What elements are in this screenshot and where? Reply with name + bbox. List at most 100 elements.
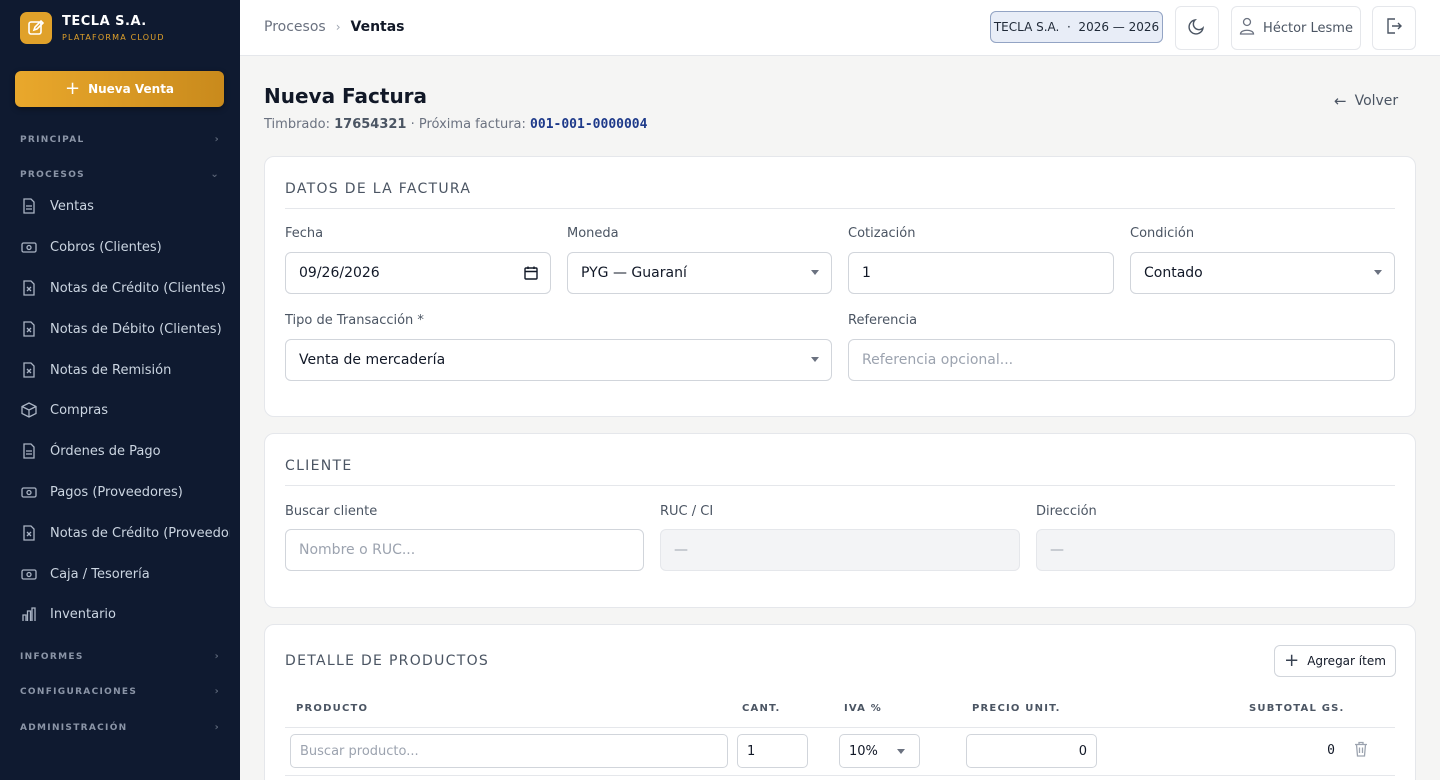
back-button[interactable]: ← Volver [1334, 92, 1398, 110]
timbrado-value: 17654321 [334, 117, 407, 132]
logout-button[interactable] [1372, 6, 1416, 50]
next-invoice-label: · Próxima factura: [410, 117, 526, 132]
sidebar-item-label: Cobros (Clientes) [50, 239, 162, 255]
condicion-select[interactable]: Contado [1130, 252, 1395, 294]
theme-toggle-button[interactable] [1175, 6, 1219, 50]
col-header-subtotal: SUBTOTAL GS. [1249, 703, 1345, 714]
referencia-placeholder: Referencia opcional... [862, 352, 1014, 368]
sidebar-item-inventario[interactable]: Inventario [20, 603, 230, 625]
moneda-select[interactable]: PYG — Guaraní [567, 252, 832, 294]
fecha-label: Fecha [285, 226, 324, 241]
divider [285, 485, 1395, 486]
sidebar-item-ventas[interactable]: Ventas [20, 195, 230, 217]
logout-icon [1385, 17, 1403, 39]
section-label: PROCESOS [20, 169, 85, 180]
sidebar-section-principal[interactable]: PRINCIPAL › [20, 134, 220, 145]
quantity-value: 1 [747, 743, 756, 759]
products-card: DETALLE DE PRODUCTOS + Agregar ítem PROD… [264, 624, 1416, 780]
sidebar-item-label: Caja / Tesorería [50, 566, 150, 582]
tenant-period-label: TECLA S.A. · 2026 — 2026 [993, 20, 1160, 34]
tipo-transaccion-select[interactable]: Venta de mercadería [285, 339, 832, 381]
calendar-icon[interactable] [524, 266, 538, 284]
sidebar-item-label: Compras [50, 402, 109, 418]
document-icon [20, 197, 38, 215]
breadcrumb-procesos[interactable]: Procesos [264, 19, 326, 35]
sidebar-item-notas-debito-clientes[interactable]: Notas de Débito (Clientes) [20, 318, 230, 340]
cash-icon [20, 238, 38, 256]
sidebar-item-label: Notas de Crédito (Clientes) [50, 280, 226, 296]
sidebar-item-notas-credito-proveedores[interactable]: Notas de Crédito (Proveedores) [20, 522, 230, 544]
invoice-data-card: DATOS DE LA FACTURA Fecha 09/26/2026 Mon… [264, 156, 1416, 417]
arrow-left-icon: ← [1334, 92, 1347, 110]
referencia-label: Referencia [848, 313, 918, 328]
box-icon [20, 401, 38, 419]
sidebar-section-administracion[interactable]: ADMINISTRACIÓN › [20, 722, 220, 733]
add-item-button[interactable]: + Agregar ítem [1274, 645, 1396, 677]
brand-name: TECLA S.A. [62, 14, 147, 29]
pencil-square-icon [20, 12, 52, 44]
receipt-icon [20, 361, 38, 379]
sidebar-item-notas-credito-clientes[interactable]: Notas de Crédito (Clientes) [20, 277, 230, 299]
card-title: DETALLE DE PRODUCTOS [285, 653, 490, 669]
iva-value: 10% [849, 743, 878, 759]
caret-down-icon [811, 270, 819, 275]
section-label: PRINCIPAL [20, 134, 85, 145]
trash-icon[interactable] [1354, 741, 1368, 761]
col-header-producto: PRODUCTO [296, 703, 369, 714]
brand: TECLA S.A. PLATAFORMA CLOUD [0, 0, 240, 56]
client-search-input[interactable]: Nombre o RUC... [285, 529, 644, 571]
sidebar-item-notas-remision[interactable]: Notas de Remisión [20, 359, 230, 381]
breadcrumb: Procesos › Ventas [264, 19, 405, 35]
sidebar-item-label: Inventario [50, 606, 116, 622]
divider [285, 775, 1395, 776]
sidebar-item-ordenes-pago[interactable]: Órdenes de Pago [20, 440, 230, 462]
back-label: Volver [1354, 93, 1399, 109]
unit-price-input[interactable]: 0 [966, 734, 1097, 768]
fecha-input[interactable]: 09/26/2026 [285, 252, 551, 294]
section-label: INFORMES [20, 651, 84, 662]
iva-select[interactable]: 10% [839, 734, 920, 768]
moneda-label: Moneda [567, 226, 619, 241]
page-title: Nueva Factura [264, 84, 428, 108]
caret-down-icon [897, 749, 905, 754]
chevron-right-icon: › [214, 722, 220, 733]
product-search-input[interactable]: Buscar producto... [290, 734, 728, 768]
add-item-label: Agregar ítem [1307, 654, 1386, 668]
section-label: CONFIGURACIONES [20, 686, 138, 697]
sidebar-item-compras[interactable]: Compras [20, 399, 230, 421]
user-icon [1239, 17, 1263, 39]
address-label: Dirección [1036, 504, 1097, 519]
new-sale-button[interactable]: + Nueva Venta [15, 71, 224, 107]
page-meta: Timbrado: 17654321 · Próxima factura: 00… [264, 117, 647, 132]
referencia-input[interactable]: Referencia opcional... [848, 339, 1395, 381]
sidebar-item-cobros[interactable]: Cobros (Clientes) [20, 236, 230, 258]
quantity-input[interactable]: 1 [737, 734, 808, 768]
sidebar-item-label: Pagos (Proveedores) [50, 484, 183, 500]
card-title: DATOS DE LA FACTURA [285, 181, 472, 197]
sidebar-item-label: Notas de Crédito (Proveedores) [50, 525, 230, 541]
user-menu-button[interactable]: Héctor Lesme [1231, 6, 1361, 50]
product-search-placeholder: Buscar producto... [300, 743, 419, 759]
caret-down-icon [811, 357, 819, 362]
sidebar-item-label: Notas de Débito (Clientes) [50, 321, 222, 337]
sidebar-item-pagos-proveedores[interactable]: Pagos (Proveedores) [20, 481, 230, 503]
bar-chart-icon [20, 605, 38, 623]
brand-subtitle: PLATAFORMA CLOUD [62, 33, 165, 42]
client-search-label: Buscar cliente [285, 504, 378, 519]
cash-icon [20, 565, 38, 583]
caret-down-icon [1374, 270, 1382, 275]
cotizacion-input[interactable]: 1 [848, 252, 1114, 294]
receipt-icon [20, 279, 38, 297]
sidebar-section-procesos[interactable]: PROCESOS ⌄ [20, 169, 220, 180]
tenant-period-badge[interactable]: TECLA S.A. · 2026 — 2026 [990, 11, 1163, 43]
condicion-value: Contado [1144, 265, 1203, 281]
divider [285, 208, 1395, 209]
sidebar-section-informes[interactable]: INFORMES › [20, 651, 220, 662]
chevron-right-icon: › [335, 20, 341, 34]
sidebar-item-caja-tesoreria[interactable]: Caja / Tesorería [20, 563, 230, 585]
chevron-right-icon: › [214, 686, 220, 697]
sidebar-section-configuraciones[interactable]: CONFIGURACIONES › [20, 686, 220, 697]
receipt-icon [20, 524, 38, 542]
fecha-value: 09/26/2026 [299, 265, 380, 281]
new-sale-label: Nueva Venta [88, 82, 175, 96]
